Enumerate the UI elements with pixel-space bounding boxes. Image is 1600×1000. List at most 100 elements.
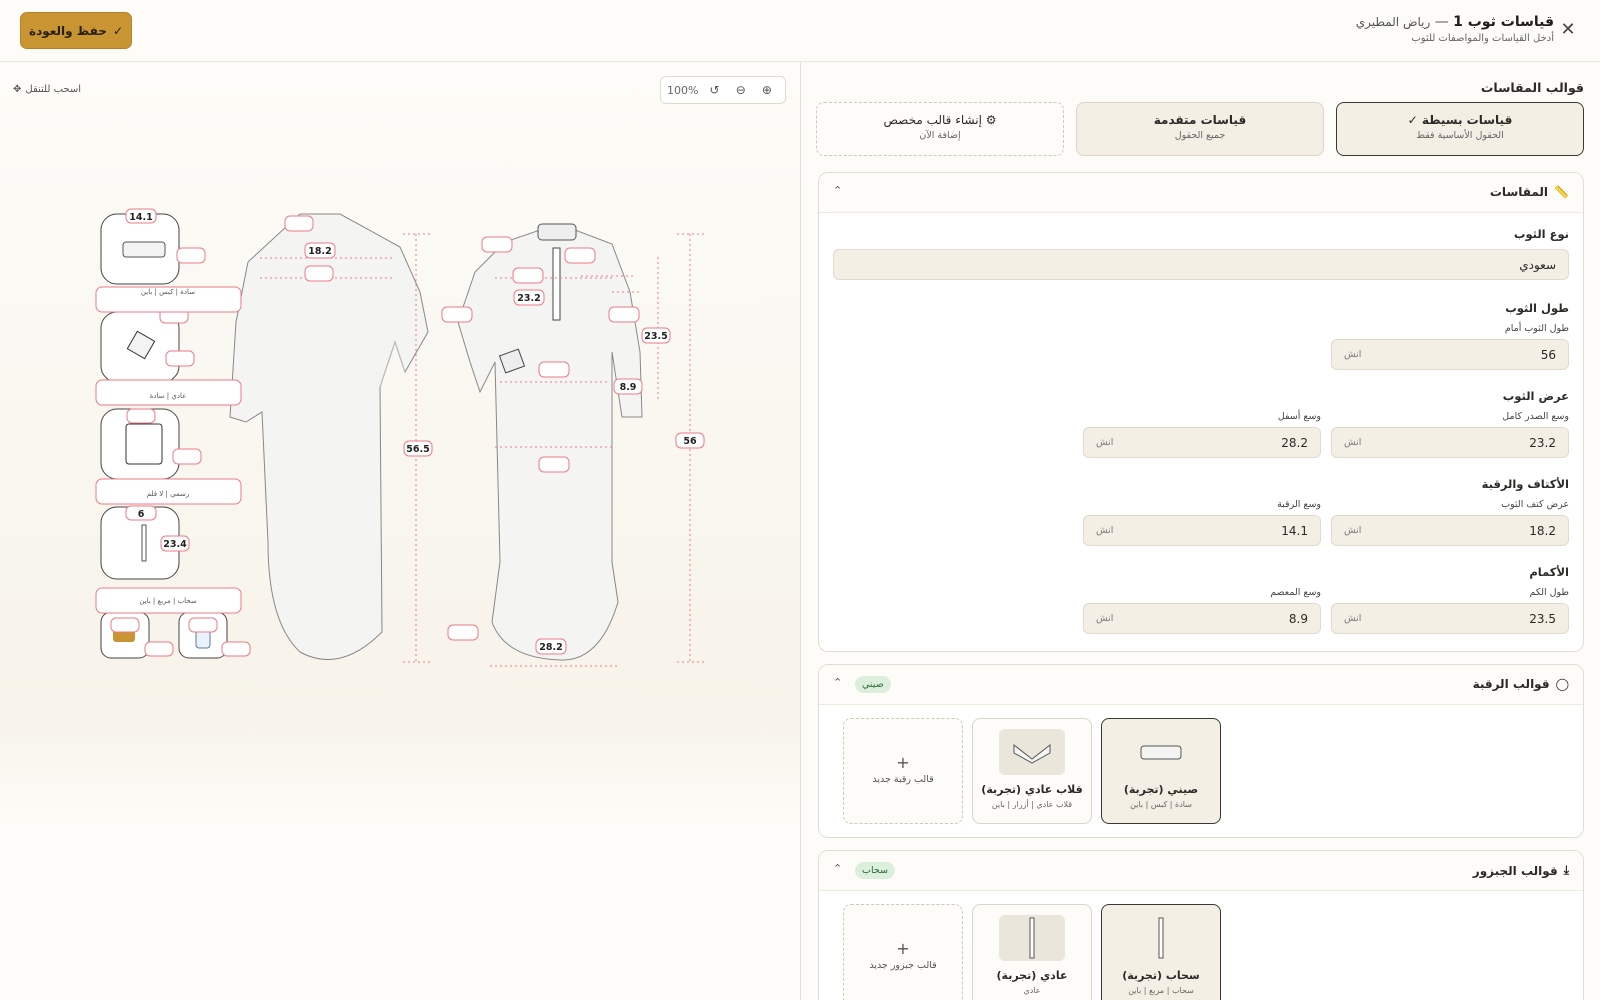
page-title-block: قياسات ثوب 1 — رياض المطيري أدخل القياسا… [1356, 14, 1554, 44]
template-simple-name: قياسات بسيطة ✓ [1337, 113, 1583, 127]
collar-turndown-name: قلاب عادي (تجربة) [981, 783, 1083, 796]
bottom-width-value: 28.2 [1281, 435, 1308, 450]
measurements-card: 📏 المقاسات ⌃ نوع الثوب سعودي طول الثوب طو… [818, 172, 1584, 652]
zoom-out-icon[interactable]: ⊖ [729, 79, 753, 101]
unit-label: انش [1344, 613, 1362, 624]
template-simple-label: قياسات بسيطة [1421, 113, 1513, 127]
back-neck-width-label[interactable]: 14.1 [125, 208, 157, 224]
back-length-label[interactable]: 56.5 [403, 440, 433, 457]
jabzoor-tile-normal[interactable]: عادي (تجربة) عادي [972, 904, 1092, 1000]
neck-width-field[interactable]: 14.1 انش [1083, 515, 1321, 546]
drag-hint: اسحب للتنقل ✥ [13, 84, 81, 95]
chevron-up-icon[interactable]: ⌃ [833, 184, 842, 197]
measurements-card-header[interactable]: 📏 المقاسات ⌃ [819, 173, 1583, 213]
pocket-size-label[interactable]: 6 [125, 505, 157, 521]
sleeve-length-field[interactable]: 23.5 انش [1331, 603, 1569, 634]
back-shoulder-label[interactable]: 18.2 [304, 242, 336, 259]
jabzoor-templates-title: ⤓ قوالب الجبزور [1473, 863, 1569, 878]
bottom-width-field[interactable]: 28.2 انش [1083, 427, 1321, 458]
collar-chinese-sub: سادة | كبس | باين [1130, 800, 1192, 809]
thobe-type-value: سعودي [1519, 257, 1556, 272]
collar-templates-title: ◯ قوالب الرقبة [1473, 677, 1569, 691]
collar-chinese-thumb [1128, 729, 1194, 775]
plus-icon: + [896, 939, 910, 958]
unit-label: انش [1344, 525, 1362, 536]
template-custom-label: إنشاء قالب مخصص [883, 113, 982, 127]
width-group-title: عرض الثوب [1502, 389, 1569, 403]
reset-zoom-icon[interactable]: ↺ [702, 79, 726, 101]
front-length-field[interactable]: 56 انش [1331, 339, 1569, 370]
close-icon[interactable]: ✕ [1558, 20, 1578, 40]
thobe-title: قياسات ثوب 1 [1453, 14, 1554, 30]
template-advanced[interactable]: قياسات متقدمة جميع الحقول [1076, 102, 1324, 156]
back-shoulder-text: 18.2 [308, 246, 331, 257]
jabzoor-zipper-name: سحاب (تجربة) [1122, 969, 1200, 982]
page-title: قياسات ثوب 1 — رياض المطيري [1356, 14, 1554, 30]
length-group-title: طول الثوب [1505, 301, 1569, 315]
measurements-title: المقاسات [1489, 185, 1549, 199]
chevron-up-icon[interactable]: ⌃ [833, 676, 842, 689]
plus-icon: + [896, 753, 910, 772]
cuff-style-text: عادي | سادة [150, 392, 187, 400]
circle-icon: ◯ [1555, 677, 1569, 691]
pocket-style-chip[interactable]: رسمي | لا قلم [95, 478, 242, 505]
collar-style-chip[interactable]: سادة | كبس | باين [95, 286, 242, 313]
jabzoor-normal-name: عادي (تجربة) [996, 969, 1068, 982]
add-collar-template[interactable]: + قالب رقبة جديد [843, 718, 963, 824]
front-bottom-label[interactable]: 28.2 [535, 638, 567, 655]
wrist-width-label: وسع المعصم [1270, 587, 1321, 598]
page-subtitle: أدخل القياسات والمواصفات للثوب [1411, 33, 1554, 44]
template-create-custom[interactable]: ⚙ إنشاء قالب مخصص إضافة الآن [816, 102, 1064, 156]
drag-hint-label: اسحب للتنقل [25, 84, 82, 95]
download-icon: ⤓ [1563, 863, 1569, 877]
jabzoor-tile-zipper[interactable]: سحاب (تجربة) سحاب | مربع | باين [1101, 904, 1221, 1000]
jabzoor-length-text: 23.4 [163, 539, 187, 550]
check-icon: ✓ [112, 23, 123, 38]
collar-templates-header[interactable]: ◯ قوالب الرقبة ⌃ صيني [819, 665, 1583, 705]
shoulder-width-field[interactable]: 18.2 انش [1331, 515, 1569, 546]
chevron-up-icon[interactable]: ⌃ [833, 862, 842, 875]
title-separator: — [1430, 14, 1454, 30]
jabzoor-style-chip[interactable]: سحاب | مربع | باين [95, 587, 242, 614]
front-sleeve-text: 23.5 [644, 331, 667, 342]
thobe-diagram: 14.1 18.2 56.5 6 23.4 23.2 23.5 8.9 56 2… [95, 208, 705, 667]
pocket-style-text: رسمي | لا قلم [147, 490, 189, 498]
zoom-level: 100% [667, 83, 699, 97]
collar-chinese-name: صيني (تجربة) [1123, 783, 1199, 796]
collar-tile-turndown[interactable]: قلاب عادي (تجربة) قلاب عادي | أزرار | با… [972, 718, 1092, 824]
collar-turndown-sub: قلاب عادي | أزرار | باين [991, 800, 1073, 809]
front-cuff-label[interactable]: 8.9 [613, 378, 643, 395]
chest-width-value: 23.2 [1529, 435, 1556, 450]
chest-width-field[interactable]: 23.2 انش [1331, 427, 1569, 458]
shoulders-group-title: الأكتاف والرقبة [1481, 477, 1569, 491]
jabzoor-templates-card: ⤓ قوالب الجبزور ⌃ سحاب سحاب (تجربة) سحاب … [818, 850, 1584, 1000]
cuff-style-chip[interactable]: عادي | سادة [95, 379, 242, 406]
zoom-in-icon[interactable]: ⊕ [755, 79, 779, 101]
template-simple[interactable]: قياسات بسيطة ✓ الحقول الأساسية فقط [1336, 102, 1584, 156]
add-jabzoor-label: قالب جبزور جديد [869, 960, 937, 971]
thobe-type-field[interactable]: سعودي [833, 249, 1569, 280]
front-length-label[interactable]: 56 [675, 432, 705, 449]
front-chest-label[interactable]: 23.2 [513, 289, 545, 306]
unit-label: انش [1344, 437, 1362, 448]
unit-label: انش [1096, 613, 1114, 624]
collar-style-thumb[interactable] [100, 213, 180, 285]
design-canvas[interactable]: 14.1 18.2 56.5 6 23.4 23.2 23.5 8.9 56 2… [0, 62, 800, 828]
jabzoor-templates-header[interactable]: ⤓ قوالب الجبزور ⌃ سحاب [819, 851, 1583, 891]
jabzoor-length-label[interactable]: 23.4 [160, 535, 190, 552]
unit-label: انش [1096, 525, 1114, 536]
front-sleeve-label[interactable]: 23.5 [641, 327, 671, 344]
add-jabzoor-template[interactable]: + قالب جبزور جديد [843, 904, 963, 1000]
front-cuff-text: 8.9 [620, 382, 637, 393]
customer-name: رياض المطيري [1355, 15, 1431, 29]
neck-width-label: وسع الرقبة [1277, 499, 1321, 510]
shoulder-width-value: 18.2 [1529, 523, 1556, 538]
unit-label: انش [1096, 437, 1114, 448]
template-custom-name: ⚙ إنشاء قالب مخصص [817, 113, 1063, 127]
move-icon: ✥ [13, 84, 22, 95]
save-and-return-button[interactable]: حفظ والعودة ✓ [20, 12, 132, 49]
measurements-panel: قوالب المقاسات قياسات بسيطة ✓ الحقول الأ… [800, 62, 1600, 1000]
collar-templates-card: ◯ قوالب الرقبة ⌃ صيني صيني (تجربة) سادة |… [818, 664, 1584, 838]
wrist-width-field[interactable]: 8.9 انش [1083, 603, 1321, 634]
collar-tile-chinese[interactable]: صيني (تجربة) سادة | كبس | باين [1101, 718, 1221, 824]
